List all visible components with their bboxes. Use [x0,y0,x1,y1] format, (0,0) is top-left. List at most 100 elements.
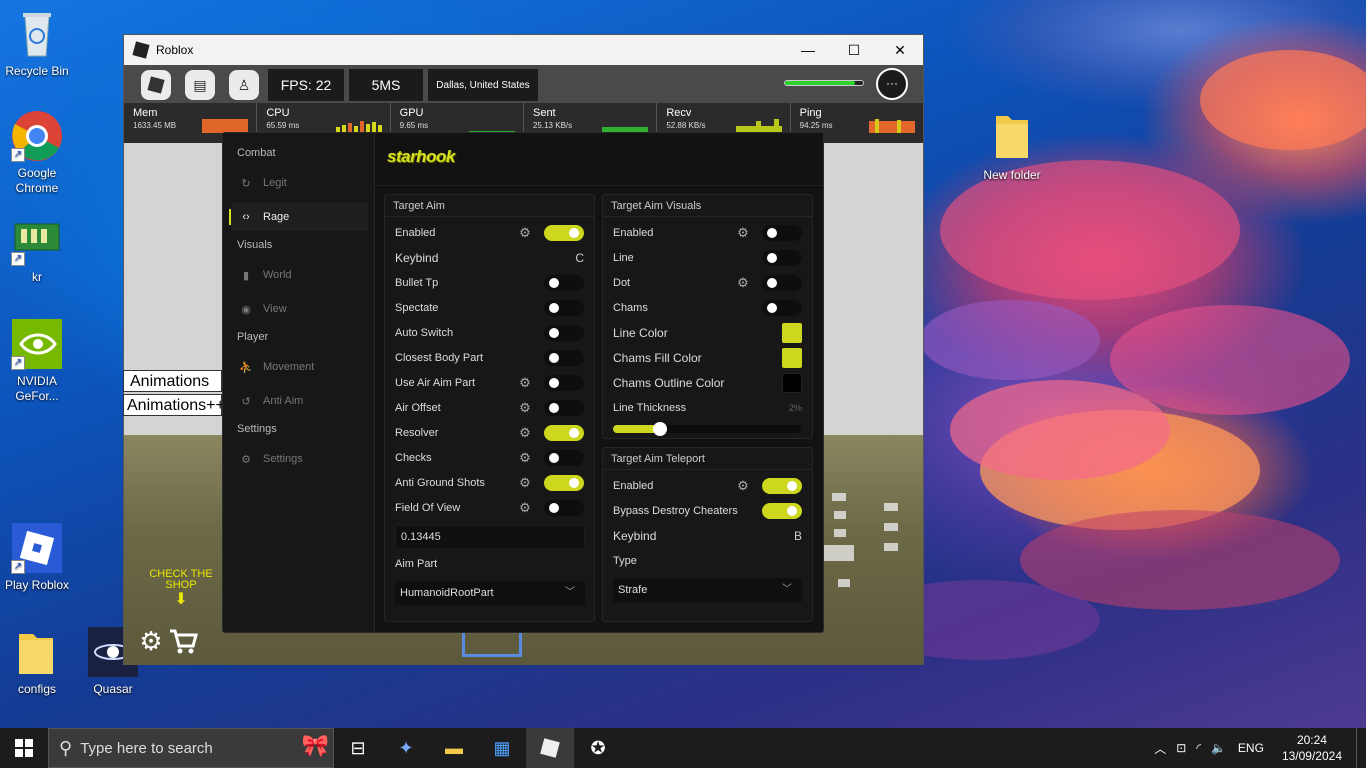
line-toggle[interactable] [762,250,802,266]
minimize-button[interactable]: — [785,35,831,65]
clock-time: 20:24 [1296,733,1327,747]
sidebar-item-view[interactable]: ◉ View [231,295,368,323]
gear-icon[interactable]: ⚙ [736,275,750,291]
start-button[interactable] [0,728,48,768]
chams-fill-color-swatch[interactable] [782,348,802,368]
notification-icon[interactable] [1356,728,1366,768]
quasar-taskbar-button[interactable]: ✪ [574,728,622,768]
desktop-icon-label: Google Chrome [15,166,59,195]
wifi-icon[interactable]: ◜ [1196,741,1201,755]
file-explorer-button[interactable]: ▬ [430,728,478,768]
sidebar-item-settings[interactable]: ⚙ Settings [231,445,368,473]
dot-toggle[interactable] [762,275,802,291]
sidebar-item-legit[interactable]: ↻ Legit [231,169,368,197]
keybind-value[interactable]: C [575,251,584,265]
settings-gear-button[interactable]: ⚙ [137,626,165,656]
chams-toggle[interactable] [762,300,802,316]
section-settings: Settings [237,423,277,435]
gear-icon: ⚙ [241,453,251,466]
gear-icon[interactable]: ⚙ [518,450,532,466]
row-label: Bullet Tp [395,277,439,289]
gear-icon[interactable]: ⚙ [736,225,750,241]
bypass-toggle[interactable] [762,503,802,519]
chevron-down-icon: ﹀ [782,584,792,595]
gear-icon[interactable]: ⚙ [518,225,532,241]
taskbar-search[interactable]: ⚲ Type here to search 🎀 [48,728,334,768]
task-view-button[interactable]: ⊟ [334,728,382,768]
volume-icon[interactable]: 🔈 [1211,741,1226,755]
type-dropdown[interactable]: Strafe ﹀ [613,578,802,602]
row-teleport-keybind: Keybind B [613,526,802,546]
search-input[interactable]: Type here to search [80,740,213,757]
language-indicator[interactable]: ENG [1238,741,1264,755]
kr-icon: ↗ [11,214,63,266]
toggle-knob [549,328,559,338]
desktop-icon-kr[interactable]: ↗ kr [2,214,72,285]
shop-cart-button[interactable] [168,626,198,656]
keybind-value[interactable]: B [794,529,802,543]
section-visuals: Visuals [237,239,273,251]
toggle-switch[interactable] [544,225,584,241]
fov-input[interactable]: 0.13445 [395,525,585,549]
clock[interactable]: 20:24 13/09/2024 [1282,732,1342,764]
gear-icon[interactable]: ⚙ [518,400,532,416]
sidebar-item-movement[interactable]: ⛹ Movement [231,353,368,381]
aim-part-dropdown[interactable]: HumanoidRootPart ﹀ [395,581,585,605]
gear-icon[interactable]: ⚙ [518,375,532,391]
desktop-icon-nvidia[interactable]: ↗ NVIDIA GeFor... [2,318,72,404]
gear-icon[interactable]: ⚙ [518,425,532,441]
copilot-button[interactable]: ✦ [382,728,430,768]
security-icon[interactable]: ⊡ [1176,741,1186,755]
row-label: Closest Body Part [395,352,484,364]
store-button[interactable]: ▦ [478,728,526,768]
panel-target-aim: Target Aim Enabled ⚙ Keybind C Bullet Tp Spec… [384,194,595,622]
server-location: Dallas, United States [428,69,538,101]
toggle-switch[interactable] [544,425,584,441]
sidebar-item-world[interactable]: ▮ World [231,261,368,289]
sidebar-item-rage[interactable]: ‹› Rage [229,203,368,231]
desktop-icon-chrome[interactable]: ↗ Google Chrome [2,110,72,196]
animations-button[interactable]: Animations [123,370,222,392]
visuals-enabled-toggle[interactable] [762,225,802,241]
desktop-icon-recycle-bin[interactable]: Recycle Bin [2,8,72,79]
roblox-icon [540,738,560,758]
toggle-switch[interactable] [544,500,584,516]
window-titlebar: Roblox — ☐ ✕ [124,35,923,65]
gear-icon[interactable]: ⚙ [518,500,532,516]
slider-thumb[interactable] [653,422,667,436]
animations-plus-button[interactable]: Animations++ [123,394,225,416]
chat-button[interactable]: ▤ [185,70,215,100]
chevron-up-icon[interactable]: ︿ [1154,740,1166,757]
toggle-switch[interactable] [544,400,584,416]
roblox-menu-button[interactable] [141,70,171,100]
toggle-switch[interactable] [544,350,584,366]
line-thickness-slider[interactable] [613,422,801,436]
toggle-switch[interactable] [544,325,584,341]
more-button[interactable]: ··· [876,68,908,100]
emotes-button[interactable]: ♙ [229,70,259,100]
toggle-switch[interactable] [544,300,584,316]
sidebar-item-anti-aim[interactable]: ↺ Anti Aim [231,387,368,415]
mem-graph [202,119,249,133]
teleport-enabled-toggle[interactable] [762,478,802,494]
desktop-icon-configs[interactable]: configs [2,626,72,697]
gear-icon[interactable]: ⚙ [518,475,532,491]
panel-target-aim-visuals: Target Aim Visuals Enabled ⚙ Line Dot ⚙ … [602,194,813,439]
sidebar-item-label: Movement [263,361,315,373]
toggle-switch[interactable] [544,450,584,466]
chams-outline-color-swatch[interactable] [782,373,802,393]
line-color-swatch[interactable] [782,323,802,343]
toggle-switch[interactable] [544,375,584,391]
maximize-button[interactable]: ☐ [831,35,877,65]
sidebar-item-label: World [263,269,292,281]
recycle-bin-icon [11,8,63,60]
desktop-icon-new-folder[interactable]: New folder [977,112,1047,183]
desktop-icon-play-roblox[interactable]: ↗ Play Roblox [2,522,72,593]
close-button[interactable]: ✕ [877,35,923,65]
roblox-taskbar-button[interactable] [526,728,574,768]
system-tray: ︿ ⊡ ◜ 🔈 ENG 20:24 13/09/2024 [1154,728,1366,768]
toggle-switch[interactable] [544,475,584,491]
toggle-switch[interactable] [544,275,584,291]
gear-icon[interactable]: ⚙ [736,478,750,494]
row-auto-switch: Auto Switch [395,323,584,343]
